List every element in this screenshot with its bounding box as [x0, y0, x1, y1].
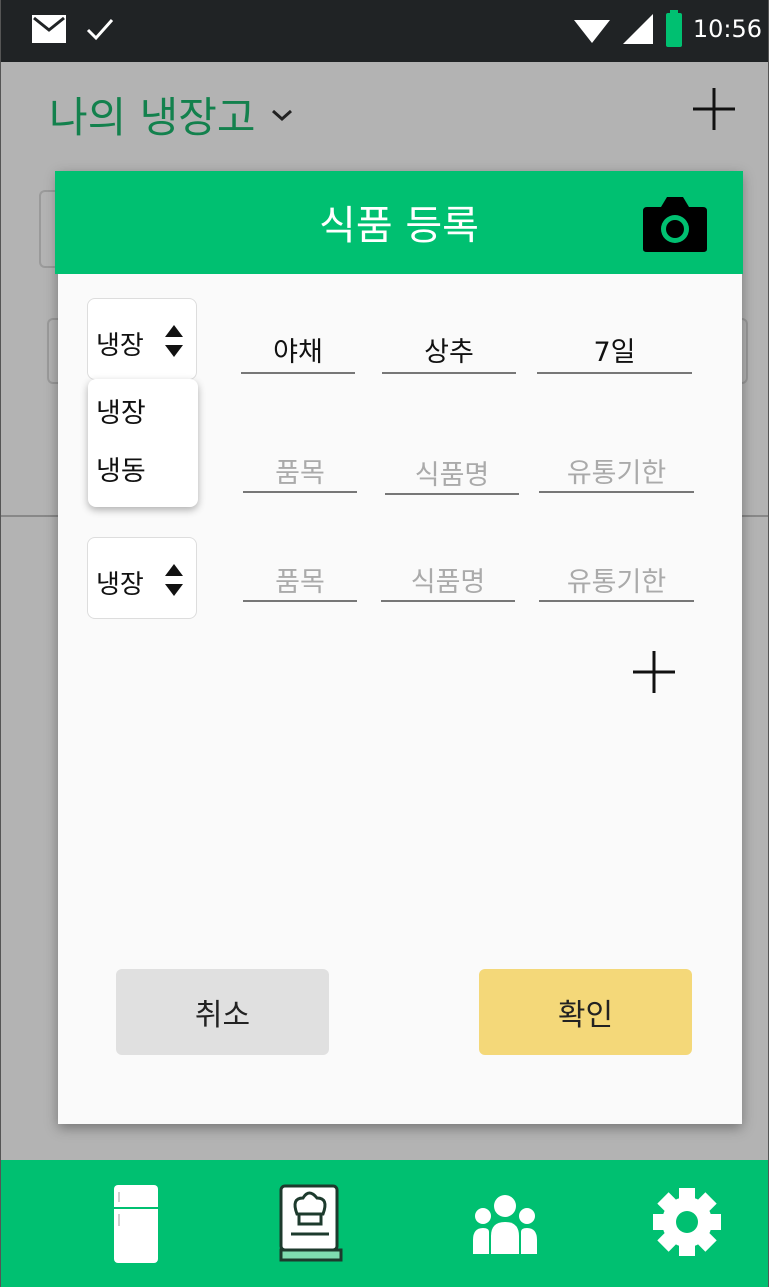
- storage-value: 냉장: [96, 570, 144, 600]
- status-time: 10:56: [692, 15, 762, 43]
- dialog-title: 식품 등록: [319, 203, 479, 249]
- page-title: 나의 냉장고: [49, 93, 256, 142]
- sort-arrows-icon: [165, 325, 183, 357]
- expiry-field[interactable]: 유통기한: [539, 443, 694, 493]
- food-name-value: 상추: [424, 337, 474, 368]
- battery-icon: [665, 10, 682, 47]
- category-placeholder: 품목: [275, 458, 325, 489]
- wifi-icon: [573, 20, 610, 43]
- category-value: 야채: [273, 337, 323, 368]
- confirm-button[interactable]: 확인: [479, 969, 692, 1055]
- camera-icon[interactable]: [641, 195, 709, 253]
- food-name-placeholder: 식품명: [414, 460, 490, 491]
- add-fridge-button[interactable]: [691, 86, 737, 132]
- expiry-field[interactable]: 7일: [537, 324, 692, 374]
- mail-icon: [32, 15, 66, 43]
- category-field[interactable]: 품목: [243, 443, 357, 493]
- storage-select[interactable]: 냉장: [87, 298, 197, 380]
- food-name-field[interactable]: 상추: [382, 324, 516, 374]
- food-name-placeholder: 식품명: [410, 567, 486, 598]
- sort-arrows-icon: [165, 564, 183, 596]
- recipe-book-icon[interactable]: [279, 1184, 343, 1264]
- category-placeholder: 품목: [275, 567, 325, 598]
- group-icon[interactable]: [471, 1184, 539, 1264]
- gear-icon[interactable]: [651, 1184, 723, 1264]
- dialog-header: 식품 등록: [55, 171, 743, 274]
- category-field[interactable]: 품목: [243, 552, 357, 602]
- expiry-value: 7일: [593, 337, 636, 368]
- fridge-selector[interactable]: 나의 냉장고: [49, 84, 294, 145]
- signal-icon: [622, 14, 653, 44]
- check-icon: [86, 19, 114, 41]
- expiry-placeholder: 유통기한: [566, 567, 667, 598]
- category-field[interactable]: 야채: [241, 324, 355, 374]
- chevron-down-icon: [271, 109, 292, 121]
- storage-select[interactable]: 냉장: [87, 537, 197, 619]
- cancel-button[interactable]: 취소: [116, 969, 329, 1055]
- food-name-field[interactable]: 식품명: [381, 552, 515, 602]
- expiry-placeholder: 유통기한: [566, 458, 667, 489]
- status-bar: 10:56: [1, 0, 768, 62]
- fridge-icon[interactable]: [113, 1184, 159, 1264]
- screen: 10:56 나의 냉장고 식품 등록 냉장 야채 상추 7일 품목 식품명 유통…: [0, 0, 769, 1287]
- add-row-button[interactable]: [631, 649, 677, 695]
- storage-value: 냉장: [96, 331, 144, 361]
- food-register-dialog: 식품 등록 냉장 야채 상추 7일 품목 식품명 유통기한 냉장 품목 식품명 …: [55, 171, 743, 1124]
- bottom-nav: [1, 1160, 768, 1287]
- dropdown-option-fridge[interactable]: 냉장: [96, 391, 146, 430]
- food-name-field[interactable]: 식품명: [385, 445, 519, 495]
- expiry-field[interactable]: 유통기한: [539, 552, 694, 602]
- storage-dropdown: 냉장 냉동: [88, 379, 198, 507]
- dropdown-option-freezer[interactable]: 냉동: [96, 449, 146, 488]
